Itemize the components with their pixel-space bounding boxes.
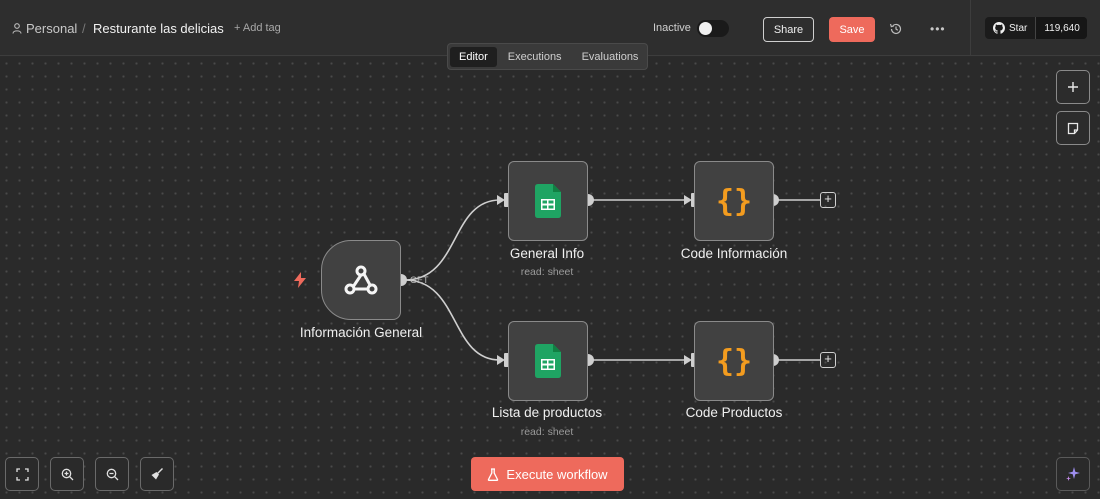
trigger-bolt-icon — [294, 272, 306, 288]
tidy-up-button[interactable] — [140, 457, 174, 491]
broom-icon — [151, 468, 163, 480]
google-sheets-icon — [535, 344, 561, 378]
more-options-icon[interactable]: ••• — [930, 22, 946, 36]
svg-text:{}: {} — [716, 344, 752, 378]
code-braces-icon: {} — [716, 344, 752, 378]
execute-workflow-button[interactable]: Execute workflow — [471, 457, 624, 491]
node-subtitle-lista-de-productos: read: sheet — [520, 426, 574, 438]
github-star-count: 119,640 — [1035, 17, 1087, 39]
execute-workflow-label: Execute workflow — [506, 466, 608, 482]
svg-text:{}: {} — [716, 184, 752, 218]
node-label-code-informacion: Code Información — [680, 246, 788, 261]
add-node-after-code-productos-button[interactable]: + — [820, 352, 836, 368]
google-sheets-icon — [535, 184, 561, 218]
zoom-to-fit-button[interactable] — [5, 457, 39, 491]
user-icon — [12, 23, 22, 34]
node-subtitle-general-info: read: sheet — [520, 266, 574, 278]
github-star-label: Star — [1009, 22, 1028, 34]
github-star-button[interactable]: Star 119,640 — [985, 17, 1087, 39]
tab-evaluations[interactable]: Evaluations — [573, 47, 648, 67]
active-status-label: Inactive — [653, 22, 691, 34]
zoom-out-button[interactable] — [95, 457, 129, 491]
breadcrumb-separator: / — [82, 21, 86, 36]
zoom-in-icon — [61, 468, 73, 480]
tab-executions[interactable]: Executions — [499, 47, 571, 67]
sparkle-icon — [1066, 467, 1080, 481]
add-node-after-code-informacion-button[interactable]: + — [820, 192, 836, 208]
node-label-lista-de-productos: Lista de productos — [491, 405, 603, 420]
webhook-icon — [344, 265, 378, 295]
zoom-out-icon — [106, 468, 118, 480]
node-general-info[interactable] — [508, 161, 588, 241]
node-label-general-info: General Info — [509, 246, 585, 261]
flask-icon — [488, 467, 499, 481]
github-icon — [993, 22, 1005, 34]
workflow-name[interactable]: Resturante las delicias — [93, 21, 224, 36]
node-informacion-general[interactable] — [321, 240, 401, 320]
share-button[interactable]: Share — [763, 17, 814, 42]
github-star: Star — [985, 17, 1035, 39]
add-node-button[interactable] — [1056, 70, 1090, 104]
add-sticky-note-button[interactable] — [1056, 111, 1090, 145]
node-label-code-productos: Code Productos — [685, 405, 783, 420]
fit-view-icon — [15, 467, 29, 481]
history-icon[interactable] — [889, 22, 903, 36]
view-tabs: Editor Executions Evaluations — [447, 43, 648, 70]
zoom-in-button[interactable] — [50, 457, 84, 491]
node-lista-de-productos[interactable] — [508, 321, 588, 401]
plus-icon — [1068, 82, 1078, 92]
active-toggle[interactable] — [697, 20, 729, 37]
add-tag-button[interactable]: + Add tag — [234, 22, 281, 34]
sticky-note-icon — [1067, 122, 1079, 134]
trigger-output-label: GET — [410, 275, 429, 285]
node-code-productos[interactable]: {} — [694, 321, 774, 401]
node-code-informacion[interactable]: {} — [694, 161, 774, 241]
code-braces-icon: {} — [716, 184, 752, 218]
toggle-knob — [699, 22, 712, 35]
breadcrumb-project[interactable]: Personal — [12, 21, 77, 36]
node-label-informacion-general: Información General — [299, 325, 423, 340]
ai-assistant-button[interactable] — [1056, 457, 1090, 491]
save-button[interactable]: Save — [829, 17, 875, 42]
tab-editor[interactable]: Editor — [450, 46, 497, 67]
breadcrumb-project-label: Personal — [26, 21, 78, 36]
